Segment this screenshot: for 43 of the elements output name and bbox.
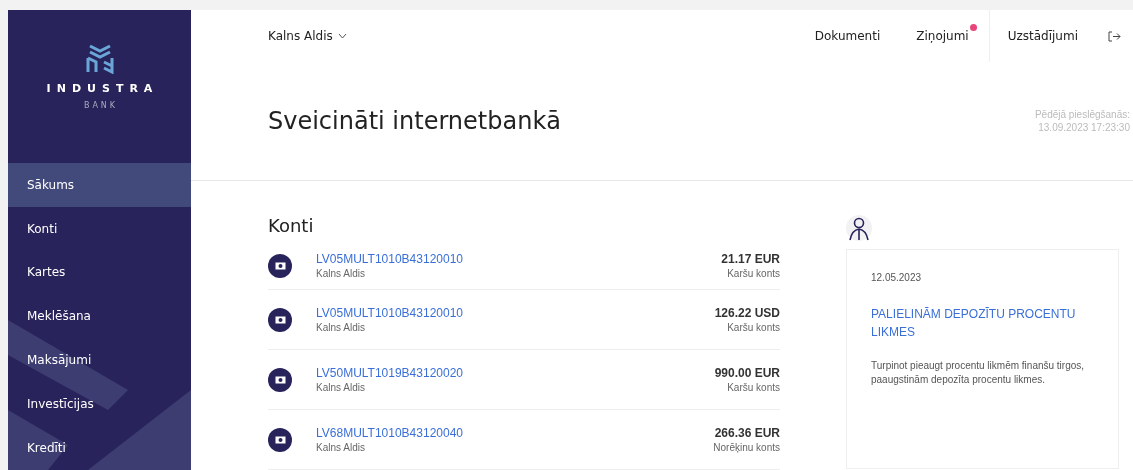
account-balance: 990.00 EUR xyxy=(714,366,780,380)
account-type: Karšu konts xyxy=(727,382,780,393)
account-owner: Kalns Aldis xyxy=(316,268,366,279)
sidebar-item[interactable]: Investīcijas xyxy=(8,382,191,427)
sidebar-item[interactable]: Maksājumi xyxy=(8,338,191,383)
account-owner: Kalns Aldis xyxy=(316,382,366,393)
brand-subtitle: BANK xyxy=(82,101,119,110)
page-title: Sveicināti internetbankā xyxy=(268,107,561,135)
account-number-link[interactable]: LV05MULT1010B43120010 xyxy=(316,306,463,320)
user-menu[interactable]: Kalns Aldis xyxy=(268,29,347,43)
account-number-link[interactable]: LV05MULT1010B43120010 xyxy=(316,252,463,266)
account-type: Karšu konts xyxy=(727,322,780,333)
sidebar-item[interactable]: Sākums xyxy=(8,162,191,207)
sidebar-item[interactable]: Kartes xyxy=(8,250,191,295)
sidebar-item[interactable]: Kredīti xyxy=(8,426,191,470)
account-number-link[interactable]: LV50MULT1019B43120020 xyxy=(316,366,463,380)
account-owner: Kalns Aldis xyxy=(316,442,366,453)
banknote-icon xyxy=(268,253,292,278)
section-heading: Konti xyxy=(268,215,315,236)
account-type: Norēķinu konts xyxy=(713,442,780,453)
chevron-down-icon xyxy=(337,33,347,39)
account-type: Karšu konts xyxy=(727,268,780,279)
account-balance: 126.22 USD xyxy=(714,306,780,320)
logout-icon xyxy=(1108,30,1121,42)
account-number-link[interactable]: LV68MULT1010B43120040 xyxy=(316,426,463,440)
news-date: 12.05.2023 xyxy=(871,272,923,283)
sidebar-item[interactable]: Meklēšana xyxy=(8,294,191,339)
account-balance: 21.17 EUR xyxy=(721,252,780,266)
brand-name: INDUSTRA xyxy=(45,82,159,95)
banknote-icon xyxy=(268,367,292,392)
cube-logo-icon xyxy=(85,44,114,74)
header-link[interactable]: Dokumenti xyxy=(796,10,899,62)
account-owner: Kalns Aldis xyxy=(316,322,366,333)
advisor-person-icon xyxy=(846,215,872,241)
header-link[interactable]: Uzstādījumi xyxy=(989,10,1096,62)
sidebar-item[interactable]: Konti xyxy=(8,206,191,251)
news-headline-link[interactable]: PALIELINĀM DEPOZĪTU PROCENTU LIKMES xyxy=(871,305,1094,341)
news-text: Turpinot pieaugt procentu likmēm finanšu tirgos, paaugstinām depozīta procentu likmes. xyxy=(871,359,1086,387)
banknote-icon xyxy=(268,427,292,452)
banknote-icon xyxy=(268,307,292,332)
header-link[interactable]: Ziņojumi xyxy=(898,10,987,62)
last-login-text: Pēdējā pieslēgšanās: 13.09.2023 17:23:30 xyxy=(1034,108,1130,134)
account-balance: 266.36 EUR xyxy=(714,426,780,440)
